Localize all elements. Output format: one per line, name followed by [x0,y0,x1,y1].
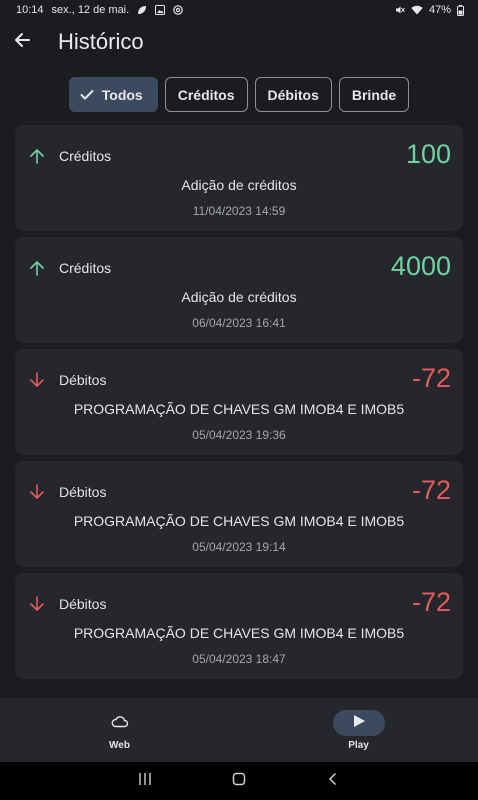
transaction-type: Débitos [59,372,107,388]
transaction-description: PROGRAMAÇÃO DE CHAVES GM IMOB4 E IMOB5 [73,625,405,641]
arrow-down-icon [29,484,45,500]
transaction-amount: 100 [405,139,451,169]
transaction-type: Créditos [59,260,112,276]
back-nav-icon[interactable] [326,772,340,791]
arrow-down-icon [29,596,45,612]
transaction-date: 05/04/2023 18:47 [192,652,286,666]
status-date: sex., 12 de mai. [51,4,130,16]
transaction-date: 05/04/2023 19:36 [192,428,286,442]
transaction-type: Débitos [59,484,107,500]
transaction-description: PROGRAMAÇÃO DE CHAVES GM IMOB4 E IMOB5 [73,401,405,417]
check-icon [80,89,94,101]
transaction-card[interactable]: Créditos 4000 Adição de créditos 06/04/2… [15,237,463,343]
filter-chip-todos[interactable]: Todos [68,77,158,112]
wifi-icon [411,5,423,15]
transaction-date: 11/04/2023 14:59 [192,204,286,218]
nav-label: Play [348,740,369,751]
transaction-card[interactable]: Débitos -72 PROGRAMAÇÃO DE CHAVES GM IMO… [15,461,463,567]
transaction-date: 05/04/2023 19:14 [192,540,286,554]
nav-icon-container [332,710,385,736]
transaction-description: Adição de créditos [181,289,297,305]
arrow-up-icon [29,148,45,164]
filter-chips: Todos Créditos Débitos Brinde [0,77,478,112]
filter-chip-label: Todos [101,86,143,103]
transaction-amount: 4000 [390,251,451,281]
arrow-down-icon [29,372,45,388]
leaf-icon [137,5,147,15]
filter-chip-creditos[interactable]: Créditos [164,77,248,112]
transaction-amount: -72 [411,587,451,617]
page-title: Histórico [58,29,144,54]
recent-apps-icon[interactable] [138,772,152,791]
system-nav-bar [0,762,478,800]
arrow-up-icon [29,260,45,276]
battery-percent: 47% [428,4,451,16]
transaction-description: Adição de créditos [181,177,297,193]
transaction-date: 06/04/2023 16:41 [192,316,286,330]
filter-chip-label: Brinde [351,86,397,103]
nav-label: Web [109,740,130,751]
transaction-amount: -72 [411,363,451,393]
transaction-amount: -72 [411,475,451,505]
cloud-icon [111,714,129,733]
battery-icon [457,4,464,16]
transaction-card[interactable]: Créditos 100 Adição de créditos 11/04/20… [15,125,463,231]
transaction-description: PROGRAMAÇÃO DE CHAVES GM IMOB4 E IMOB5 [73,513,405,529]
home-icon[interactable] [232,772,246,791]
transaction-list: Créditos 100 Adição de créditos 11/04/20… [15,125,463,685]
image-icon [155,5,166,15]
status-bar: 10:14 sex., 12 de mai. 47% [0,0,478,20]
arrow-left-icon [14,32,30,53]
play-icon [352,714,366,733]
transaction-card[interactable]: Débitos -72 PROGRAMAÇÃO DE CHAVES GM IMO… [15,349,463,455]
at-icon [173,5,183,15]
transaction-card[interactable]: Débitos -72 PROGRAMAÇÃO DE CHAVES GM IMO… [15,573,463,679]
back-button[interactable] [0,20,44,64]
filter-chip-label: Débitos [267,86,319,103]
app-bar: Histórico [0,20,478,64]
nav-icon-container [94,710,146,736]
nav-item-play[interactable]: Play [239,698,478,762]
transaction-type: Créditos [59,148,112,164]
nav-item-web[interactable]: Web [0,698,239,762]
filter-chip-label: Créditos [177,86,235,103]
bottom-nav: Web Play [0,698,478,762]
mute-icon [395,5,405,15]
filter-chip-debitos[interactable]: Débitos [254,77,332,112]
filter-chip-brinde[interactable]: Brinde [338,77,410,112]
transaction-type: Débitos [59,596,107,612]
status-time: 10:14 [16,4,44,16]
